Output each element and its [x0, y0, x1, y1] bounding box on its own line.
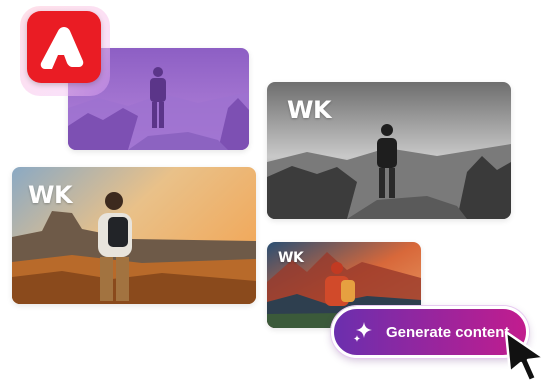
card-watermark-label: WK — [278, 250, 304, 266]
generate-content-label: Generate content — [386, 323, 510, 341]
mouse-pointer-icon — [504, 330, 546, 383]
generate-content-button[interactable]: Generate content — [331, 306, 529, 358]
card-watermark-label: WK — [28, 181, 73, 209]
grayscale-image-card[interactable]: WK — [267, 82, 511, 219]
adobe-express-icon[interactable] — [27, 11, 101, 83]
sunset-image-card[interactable]: WK — [12, 167, 256, 304]
card-watermark-label: WK — [287, 96, 332, 124]
sparkles-icon — [353, 322, 372, 342]
adobe-express-glyph — [40, 27, 84, 69]
